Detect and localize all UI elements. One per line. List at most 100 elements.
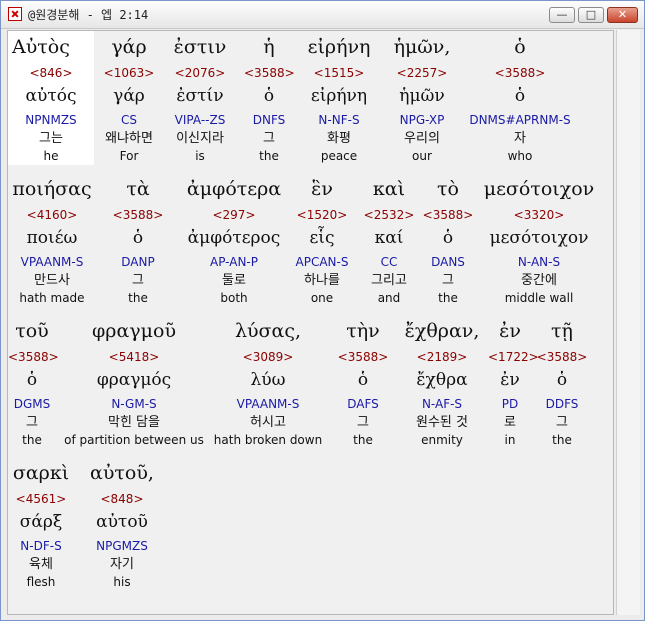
greek-text: ἀμφότερα [186, 178, 282, 200]
parse-text: DANP [121, 255, 155, 269]
strong-text: <1520> [296, 208, 348, 222]
greek-text: φραγμοῦ [92, 320, 176, 342]
english-text: one [310, 291, 334, 305]
maximize-button[interactable]: □ [578, 7, 604, 23]
korean-text: 그리고 [371, 273, 407, 288]
parse-text: CS [121, 113, 137, 127]
word-4-2[interactable]: αὐτοῦ, <848> αὐτοῦ NPGMZS 자기 his [82, 457, 162, 591]
strong-text: <2189> [416, 350, 468, 364]
strong-text: <4561> [15, 492, 67, 506]
greek-text: ἡ [263, 36, 275, 58]
minimize-button[interactable]: — [549, 7, 575, 23]
strong-text: <3588> [494, 66, 546, 80]
english-text: his [113, 575, 131, 589]
greek-text: ἡμῶν, [393, 36, 451, 58]
strong-text: <3588> [244, 66, 295, 80]
word-3-5[interactable]: ἔχθραν, <2189> ἔχθρα N-AF-S 원수된 것 enmity [398, 315, 486, 449]
strong-text: <1515> [313, 66, 365, 80]
word-2-6[interactable]: τὸ <3588> ὁ DANS 그 the [420, 173, 476, 307]
word-1-3[interactable]: ἐστιν <2076> ἐστίν VIPA--ZS 이신지라 is [160, 31, 240, 165]
strong-text: <3588> [337, 350, 389, 364]
english-text: hath made [19, 291, 85, 305]
lemma-text: καί [374, 228, 404, 248]
word-1-5[interactable]: εἰρήνη <1515> εἰρήνη N-NF-S 화평 peace [298, 31, 380, 165]
strong-text: <3588> [422, 208, 474, 222]
word-3-7[interactable]: τῇ <3588> ὁ DDFS 그 the [536, 315, 588, 449]
greek-text: ἔχθραν, [404, 320, 480, 342]
korean-text: 하나를 [304, 273, 340, 288]
word-1-2[interactable]: γάρ <1063> γάρ CS 왜냐하면 For [100, 31, 158, 165]
strong-text: <2076> [174, 66, 226, 80]
app-icon [8, 7, 22, 21]
word-3-2[interactable]: φραγμοῦ <5418> φραγμός N-GM-S 막힌 담을 of partit… [60, 315, 208, 449]
strong-text: <3320> [513, 208, 565, 222]
greek-text: ἐστιν [173, 36, 227, 58]
english-text: middle wall [504, 291, 574, 305]
korean-text: 로 [504, 415, 516, 430]
lemma-text: λύω [250, 370, 286, 390]
strong-text: <3588> [8, 350, 59, 364]
english-text: enmity [421, 433, 463, 447]
word-2-7[interactable]: μεσότοιχον <3320> μεσότοιχον N-AN-S 중간에 middl… [478, 173, 600, 307]
parse-text: N-AF-S [421, 397, 463, 411]
korean-text: 우리의 [404, 131, 440, 146]
lemma-text: μεσότοιχον [489, 228, 589, 248]
parse-text: DDFS [545, 397, 579, 411]
english-text: the [128, 291, 148, 305]
greek-text: γάρ [111, 36, 147, 58]
word-1-4[interactable]: ἡ <3588> ὁ DNFS 그 the [244, 31, 295, 165]
greek-text: τοῦ [15, 320, 49, 342]
korean-text: 그 [556, 415, 568, 430]
greek-text: λύσας, [234, 320, 302, 342]
word-2-4[interactable]: ἓν <1520> εἷς APCAN-S 하나를 one [286, 173, 358, 307]
greek-text: τὴν [346, 320, 380, 342]
vertical-scrollbar[interactable] [616, 30, 640, 615]
word-3-4[interactable]: τὴν <3588> ὁ DAFS 그 the [330, 315, 396, 449]
greek-text: ποιήσας [12, 178, 92, 200]
korean-text: 중간에 [521, 273, 557, 288]
close-button[interactable]: ✕ [607, 7, 638, 23]
word-1-1[interactable]: Αὐτὸς <846> αὐτός NPNMZS 그는 he [8, 31, 94, 165]
english-text: the [438, 291, 458, 305]
parse-text: NPNMZS [25, 113, 77, 127]
strong-text: <2257> [396, 66, 448, 80]
english-text: peace [320, 149, 358, 163]
korean-text: 그 [132, 273, 144, 288]
word-1-7[interactable]: ὁ <3588> ὁ DNMS#APRNM-S 자 who [466, 31, 574, 165]
word-3-6[interactable]: ἐν <1722> ἐν PD 로 in [488, 315, 539, 449]
english-text: the [552, 433, 572, 447]
word-4-1[interactable]: σαρκὶ <4561> σάρξ N-DF-S 육체 flesh [8, 457, 74, 591]
parse-text: NPGMZS [96, 539, 148, 553]
lemma-text: ὁ [26, 370, 38, 390]
strong-text: <3588> [112, 208, 164, 222]
english-text: he [43, 149, 59, 163]
lemma-text: εἰρήνη [310, 86, 368, 106]
parse-text: CC [380, 255, 398, 269]
word-1-6[interactable]: ἡμῶν, <2257> ἡμῶν NPG-XP 우리의 our [384, 31, 460, 165]
word-2-1[interactable]: ποιήσας <4160> ποιέω VPAANM-S 만드사 hath made [8, 173, 96, 307]
parse-text: PD [501, 397, 519, 411]
korean-text: 막힌 담을 [108, 415, 160, 430]
strong-text: <1722> [488, 350, 539, 364]
strong-text: <297> [212, 208, 256, 222]
title-bar[interactable]: @원경분해 - 엡 2:14 — □ ✕ [1, 1, 644, 29]
parse-text: N-GM-S [111, 397, 157, 411]
lemma-text: ὁ [357, 370, 369, 390]
word-2-2[interactable]: τὰ <3588> ὁ DANP 그 the [100, 173, 176, 307]
word-2-3[interactable]: ἀμφότερα <297> ἀμφότερος AP-AN-P 둘로 both [184, 173, 284, 307]
korean-text: 이신지라 [176, 131, 224, 146]
strong-text: <5418> [108, 350, 160, 364]
korean-text: 둘로 [222, 273, 246, 288]
strong-text: <4160> [26, 208, 78, 222]
word-3-1[interactable]: τοῦ <3588> ὁ DGMS 그 the [8, 315, 59, 449]
lemma-text: αὐτός [25, 86, 77, 106]
lemma-text: ἔχθρα [416, 370, 468, 390]
strong-text: <846> [29, 66, 73, 80]
lemma-text: ἡμῶν [399, 86, 445, 106]
lemma-text: ἐν [500, 370, 520, 390]
korean-text: 자기 [110, 557, 134, 572]
word-2-5[interactable]: καὶ <2532> καί CC 그리고 and [360, 173, 418, 307]
interlinear-panel: Αὐτὸς <846> αὐτός NPNMZS 그는 he γάρ <1063> γάρ CS 왜… [7, 30, 614, 615]
parse-text: DANS [431, 255, 465, 269]
word-3-3[interactable]: λύσας, <3089> λύω VPAANM-S 허시고 hath broken do… [208, 315, 328, 449]
